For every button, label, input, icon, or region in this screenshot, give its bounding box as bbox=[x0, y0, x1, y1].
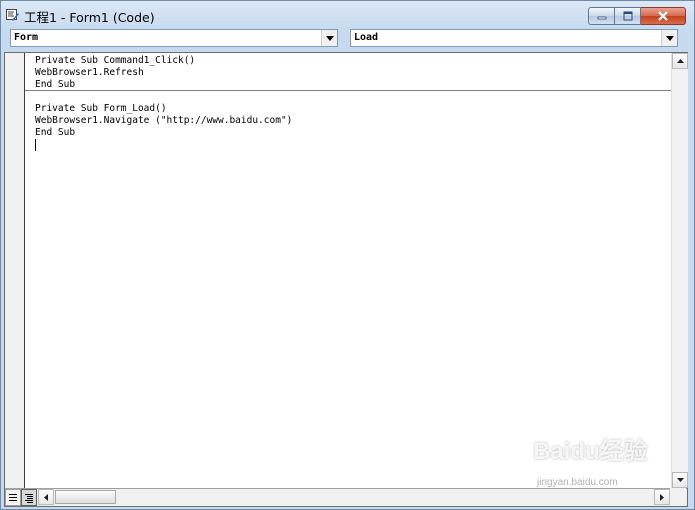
code-line: End Sub bbox=[35, 127, 76, 138]
object-combo-dropdown-button[interactable] bbox=[321, 30, 337, 46]
watermark: Baidu经验 jingyan.baidu.com bbox=[533, 431, 648, 488]
procedure-combo-dropdown-button[interactable] bbox=[661, 30, 677, 46]
scroll-right-button[interactable] bbox=[654, 489, 670, 505]
code-line: WebBrowser1.Refresh bbox=[35, 67, 144, 78]
object-combo-value: Form bbox=[14, 32, 39, 43]
code-window-icon bbox=[6, 9, 19, 21]
watermark-url: jingyan.baidu.com bbox=[537, 477, 618, 488]
minimize-button[interactable] bbox=[588, 7, 615, 25]
code-window: 工程1 - Form1 (Code) Form Load Private Sub… bbox=[0, 0, 695, 510]
procedure-block: Private Sub Form_Load() WebBrowser1.Navi… bbox=[35, 103, 292, 139]
code-text-area[interactable]: Private Sub Command1_Click() WebBrowser1… bbox=[25, 53, 671, 488]
scroll-up-button[interactable] bbox=[672, 53, 688, 69]
horizontal-bar bbox=[5, 488, 687, 506]
procedure-combo[interactable]: Load bbox=[350, 29, 678, 47]
maximize-icon bbox=[623, 11, 632, 21]
vertical-scrollbar[interactable] bbox=[671, 53, 688, 488]
close-button[interactable] bbox=[641, 7, 686, 25]
code-line: WebBrowser1.Navigate ("http://www.baidu.… bbox=[35, 115, 293, 126]
full-module-view-icon bbox=[25, 493, 33, 503]
procedure-combo-value: Load bbox=[354, 32, 379, 43]
code-line: Private Sub Command1_Click() bbox=[35, 55, 196, 66]
procedure-view-button[interactable] bbox=[5, 489, 21, 506]
title-bar[interactable]: 工程1 - Form1 (Code) bbox=[1, 1, 694, 29]
full-module-view-button[interactable] bbox=[21, 489, 37, 506]
minimize-icon bbox=[597, 16, 606, 20]
close-icon bbox=[658, 11, 668, 21]
scroll-down-button[interactable] bbox=[672, 472, 688, 488]
horizontal-scroll-thumb[interactable] bbox=[55, 490, 116, 504]
scroll-right-icon bbox=[660, 493, 664, 501]
margin-indicator-bar[interactable] bbox=[5, 53, 25, 488]
window-title: 工程1 - Form1 (Code) bbox=[24, 10, 155, 25]
maximize-button[interactable] bbox=[615, 7, 641, 25]
scroll-up-icon bbox=[676, 59, 684, 63]
size-grip[interactable] bbox=[670, 488, 686, 505]
object-combo[interactable]: Form bbox=[10, 29, 338, 47]
chevron-down-icon bbox=[665, 35, 674, 41]
scroll-down-icon bbox=[676, 478, 684, 482]
watermark-brand: Baidu经验 bbox=[533, 438, 648, 465]
code-combos: Form Load bbox=[10, 29, 680, 49]
procedure-block: Private Sub Command1_Click() WebBrowser1… bbox=[35, 55, 195, 91]
procedure-separator bbox=[25, 90, 671, 91]
code-line: Private Sub Form_Load() bbox=[35, 103, 167, 114]
scroll-left-button[interactable] bbox=[38, 489, 54, 505]
text-caret bbox=[35, 139, 36, 151]
procedure-view-icon bbox=[9, 494, 17, 501]
chevron-down-icon bbox=[325, 35, 334, 41]
caption-buttons bbox=[588, 7, 686, 25]
scroll-left-icon bbox=[44, 493, 48, 501]
